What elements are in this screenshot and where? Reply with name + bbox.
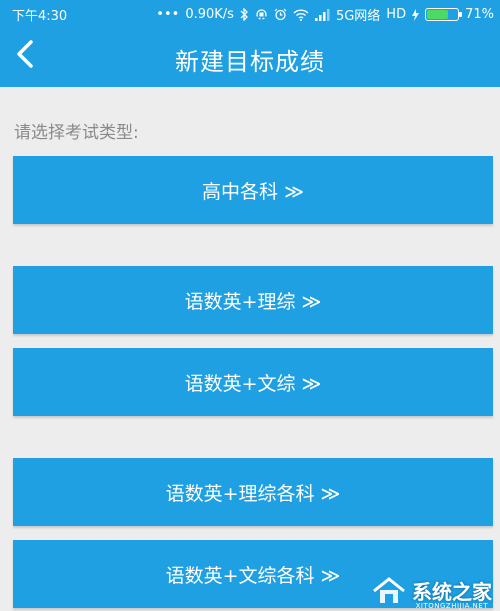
status-icons: ••• 0.90K/s 5G网络 HD 71% [156, 5, 494, 24]
watermark-url: XITONGZHIJIA.NET [415, 602, 488, 610]
house-logo-icon [373, 576, 405, 603]
option-chinese-math-english-science-each[interactable]: 语数英+理综各科 ≫ [13, 458, 493, 526]
network-type: 5G网络 [335, 9, 381, 24]
wifi-icon [293, 8, 309, 21]
page-title: 新建目标成绩 [175, 48, 325, 76]
option-chinese-math-english-arts[interactable]: 语数英+文综 ≫ [13, 348, 493, 416]
option-chinese-math-english-science[interactable]: 语数英+理综 ≫ [13, 266, 493, 334]
battery-percent: 71% [465, 7, 494, 22]
rotation-lock-icon [256, 9, 267, 20]
status-time: 下午4:30 [12, 9, 68, 24]
alarm-icon [274, 8, 287, 21]
network-speed: 0.90K/s [185, 7, 234, 22]
app-header: 下午4:30 ••• 0.90K/s 5G网络 HD 71% 新建目标成绩 [0, 0, 500, 87]
watermark: 系统之家 [372, 576, 492, 605]
signal-icon [314, 8, 330, 21]
exam-type-label: 请选择考试类型: [14, 123, 139, 143]
hd-indicator: HD [386, 7, 407, 22]
watermark-text: 系统之家 [412, 580, 492, 604]
option-high-school-all[interactable]: 高中各科 ≫ [13, 156, 493, 224]
battery-level [427, 10, 449, 19]
notification-dots: ••• [156, 7, 180, 22]
status-bar: 下午4:30 ••• 0.90K/s 5G网络 HD 71% [0, 0, 500, 26]
battery-icon [425, 8, 463, 21]
bluetooth-icon [240, 8, 248, 21]
charging-icon [412, 8, 420, 21]
